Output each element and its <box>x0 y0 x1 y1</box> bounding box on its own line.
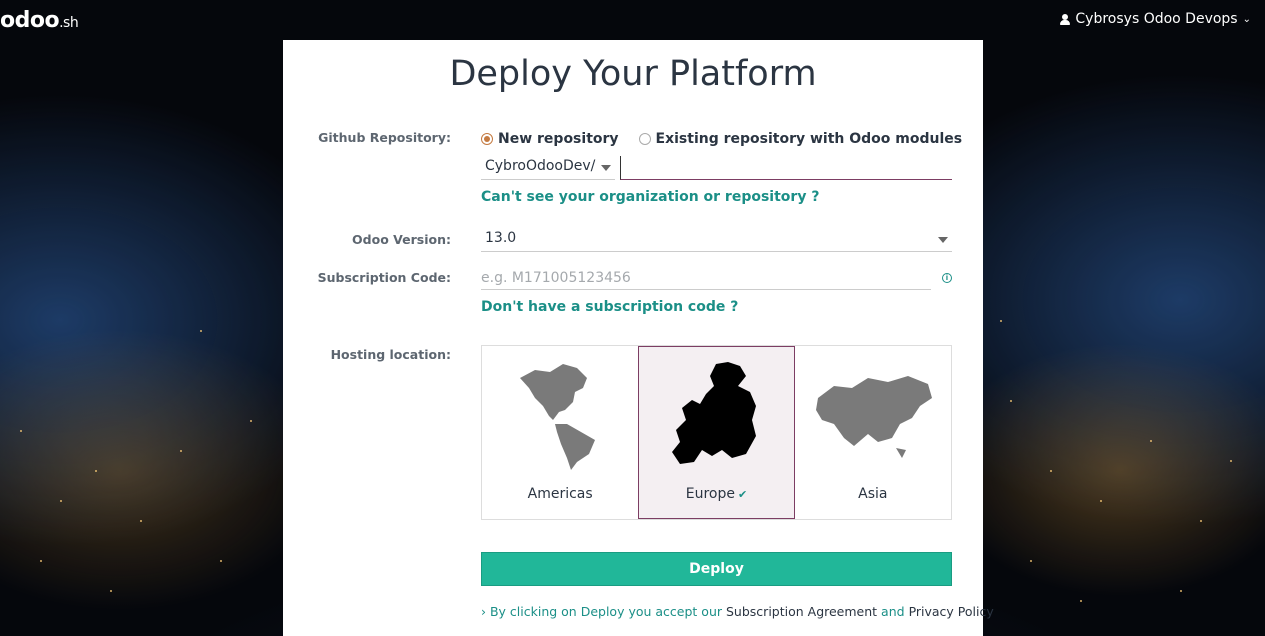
chevron-right-icon: › <box>481 604 486 619</box>
region-asia-label: Asia <box>858 486 888 502</box>
github-repository-label: Github Repository: <box>318 130 451 145</box>
region-americas[interactable]: Americas <box>482 346 638 519</box>
organization-value: CybroOdooDev/ <box>485 158 596 174</box>
terms-text: › By clicking on Deploy you accept our S… <box>481 604 994 619</box>
organization-select[interactable]: CybroOdooDev/ <box>481 156 615 180</box>
odoo-version-select[interactable]: 13.0 <box>481 228 952 252</box>
subscription-code-input[interactable] <box>481 266 931 290</box>
new-repository-option[interactable]: New repository <box>481 131 619 147</box>
info-icon[interactable]: i <box>942 273 952 283</box>
logo-suffix-text: .sh <box>59 15 79 31</box>
repository-type-radio-group: New repository Existing repository with … <box>481 131 962 147</box>
user-name: Cybrosys Odoo Devops <box>1075 11 1238 27</box>
new-repository-label: New repository <box>498 131 619 147</box>
logo-main-text: odoo <box>0 8 60 33</box>
existing-repository-radio[interactable] <box>638 133 651 145</box>
no-subscription-code-link[interactable]: Don't have a subscription code ? <box>481 299 738 315</box>
user-icon <box>1060 13 1071 25</box>
terms-and: and <box>881 604 905 619</box>
asia-map-icon <box>815 376 932 458</box>
repository-name-input[interactable] <box>620 156 952 180</box>
cant-see-organization-link[interactable]: Can't see your organization or repositor… <box>481 189 819 205</box>
odoo-sh-logo[interactable]: odoo.sh <box>0 8 79 33</box>
americas-map-icon <box>520 364 596 470</box>
deploy-card: Deploy Your Platform Github Repository: … <box>283 40 994 636</box>
chevron-down-icon: ⌄ <box>1242 13 1251 25</box>
caret-down-icon <box>601 165 611 171</box>
region-americas-label: Americas <box>527 486 593 502</box>
checkmark-icon: ✔ <box>737 488 748 501</box>
region-europe[interactable]: Europe ✔ <box>638 346 795 519</box>
hosting-location-selector: Americas Europe ✔ Asia <box>481 345 952 520</box>
odoo-version-label: Odoo Version: <box>352 232 451 247</box>
privacy-policy-link[interactable]: Privacy Policy <box>909 604 994 619</box>
hosting-location-label: Hosting location: <box>330 347 451 362</box>
subscription-agreement-link[interactable]: Subscription Agreement <box>726 604 877 619</box>
region-europe-label: Europe ✔ <box>685 486 748 502</box>
caret-down-icon <box>938 237 948 243</box>
odoo-version-value: 13.0 <box>485 230 517 246</box>
existing-repository-label: Existing repository with Odoo modules <box>655 131 963 147</box>
europe-map-icon <box>672 362 757 464</box>
terms-prefix: By clicking on Deploy you accept our <box>489 604 723 619</box>
page-title: Deploy Your Platform <box>449 54 817 94</box>
user-menu[interactable]: Cybrosys Odoo Devops ⌄ <box>1060 11 1251 27</box>
subscription-code-label: Subscription Code: <box>317 270 451 285</box>
existing-repository-option[interactable]: Existing repository with Odoo modules <box>638 131 963 147</box>
region-asia[interactable]: Asia <box>795 346 951 519</box>
deploy-button[interactable]: Deploy <box>481 552 952 586</box>
new-repository-radio[interactable] <box>481 133 493 145</box>
